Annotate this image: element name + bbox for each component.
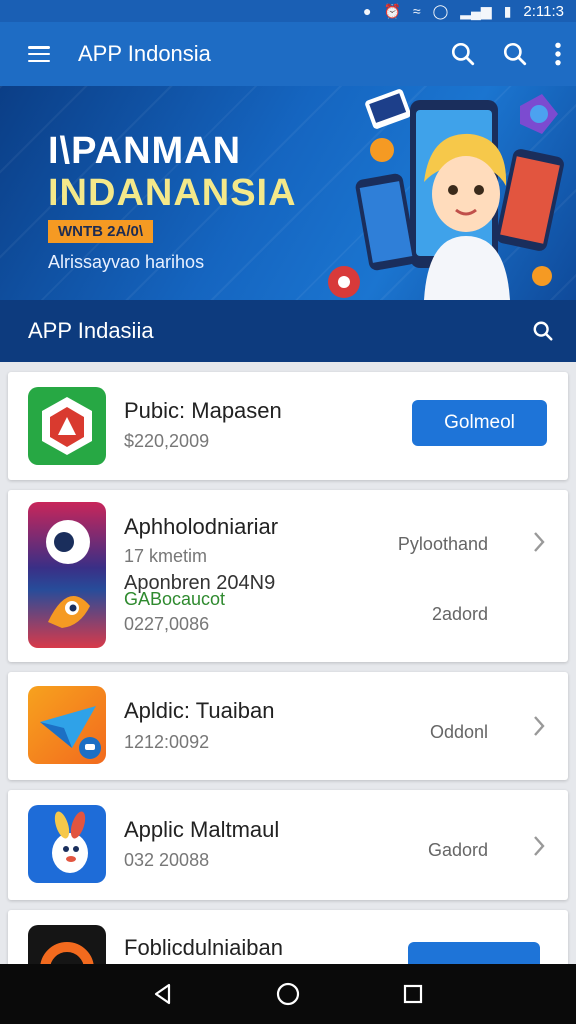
banner-headline: I\PANMAN [48, 130, 242, 172]
notification-icon: ● [362, 3, 372, 19]
search-icon[interactable] [502, 41, 528, 67]
app-name: Aphholodniariar [124, 514, 279, 539]
shield-app-icon [28, 387, 106, 465]
back-icon [154, 983, 170, 1005]
banner-subtitle: Alrissayvao harihos [48, 252, 205, 272]
home-button[interactable] [268, 974, 308, 1014]
recents-icon [404, 984, 423, 1004]
plane-app-icon [28, 686, 106, 764]
back-button[interactable] [143, 974, 183, 1014]
alarm-icon: ⏰ [383, 2, 401, 19]
search-icon[interactable] [450, 41, 476, 67]
app-name: Applic Maltmaul [124, 817, 280, 842]
app-name: Pubic: Mapasen [124, 398, 282, 423]
app-status: Oddonl [429, 722, 488, 742]
app-card[interactable]: Aphholodniariar 17 kmetim Aponbren 204N9… [8, 490, 568, 662]
status-bar: ● ⏰ ≈ ◯ ▂▄▆ ▮ 2:11:3 [0, 0, 576, 22]
banner-headline-secondary: INDANANSIA [48, 172, 297, 214]
rabbit-app-icon [28, 805, 106, 883]
banner-illustration [328, 89, 564, 300]
app-downloads: 17 kmetim [124, 546, 208, 566]
chevron-right-icon[interactable] [532, 530, 546, 554]
app-name: Foblicdulniaiban [124, 935, 283, 960]
app-developer: GABocaucot [124, 589, 226, 609]
more-vert-icon[interactable] [554, 41, 562, 67]
menu-button[interactable] [0, 22, 78, 86]
chevron-right-icon[interactable] [532, 834, 546, 858]
eye-app-icon [28, 502, 106, 648]
section-header: APP Indasiia [0, 300, 576, 362]
app-status: Gadord [427, 840, 488, 860]
chevron-right-icon[interactable] [532, 714, 546, 738]
recents-button[interactable] [393, 974, 433, 1014]
system-nav-bar [0, 964, 576, 1024]
signal-icon: ▂▄▆ [460, 2, 492, 19]
get-button[interactable]: Golmeol [412, 400, 547, 446]
status-time: 2:11:3 [523, 2, 564, 20]
app-status: 2adord [431, 604, 488, 624]
app-card[interactable]: Pubic: Mapasen $220,2009 Golmeol [8, 372, 568, 480]
app-price: 1212:0092 [124, 732, 210, 752]
app-card[interactable]: Apldic: Tuaiban 1212:0092 Oddonl [8, 672, 568, 780]
app-bar: APP Indonsia [0, 22, 576, 86]
app-name: Apldic: Tuaiban [124, 698, 275, 723]
search-icon[interactable] [532, 320, 554, 342]
menu-icon [28, 46, 50, 62]
battery-saver-icon: ◯ [432, 2, 449, 19]
banner-tag: WNTB 2A/0\ [48, 220, 154, 243]
app-category: Pyloothand [397, 534, 488, 554]
promo-banner[interactable]: I\PANMAN INDANANSIA WNTB 2A/0\ Alrissayv… [0, 86, 576, 300]
section-title: APP Indasiia [28, 318, 154, 343]
wifi-icon: ≈ [412, 3, 421, 19]
app-title: APP Indonsia [78, 41, 211, 66]
app-card[interactable]: Applic Maltmaul 032 20088 Gadord [8, 790, 568, 900]
battery-icon: ▮ [503, 2, 512, 19]
home-icon [276, 982, 300, 1006]
app-price: 0227,0086 [124, 614, 210, 634]
app-price: 032 20088 [124, 850, 210, 870]
app-price: $220,2009 [124, 431, 210, 451]
